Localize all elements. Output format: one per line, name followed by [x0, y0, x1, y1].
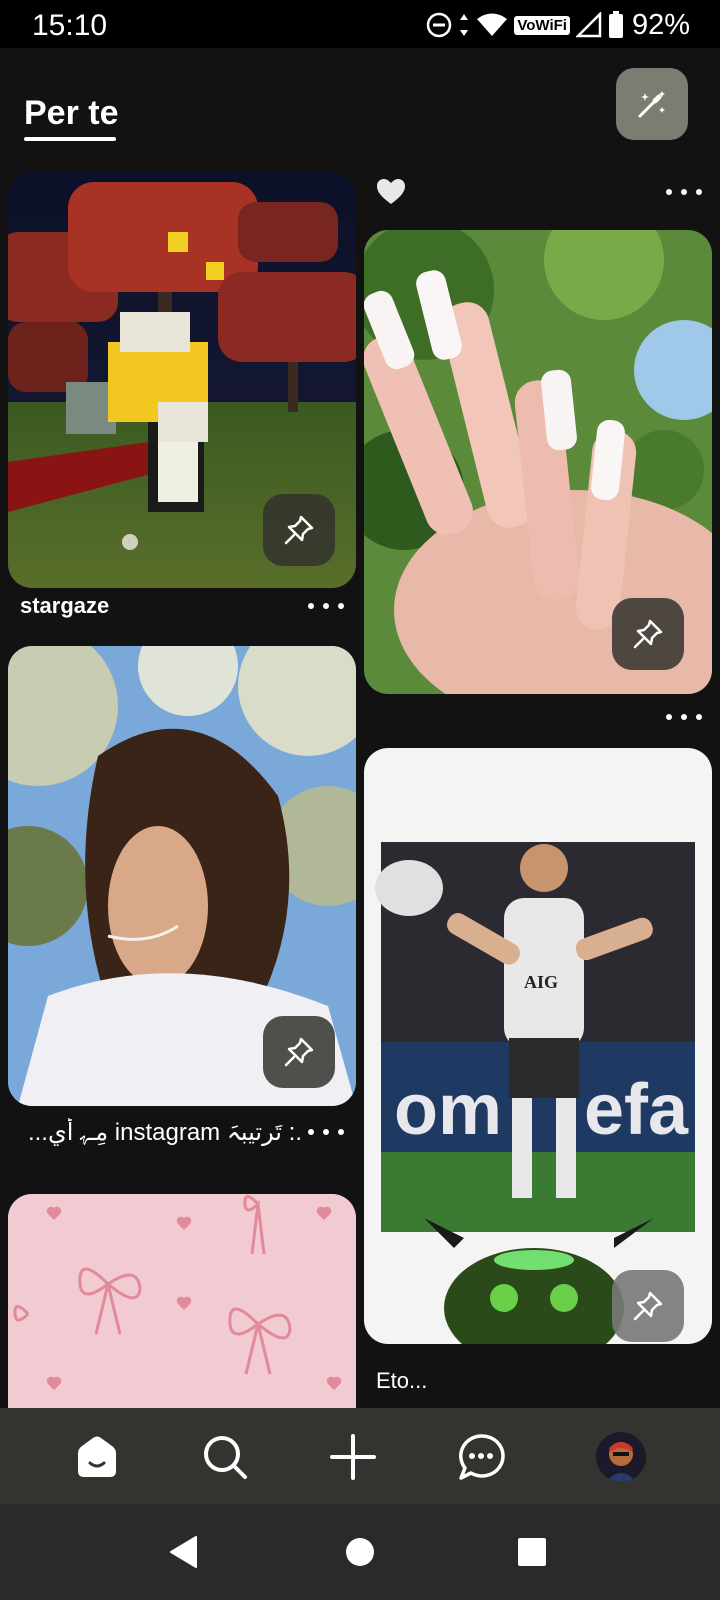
wifi-icon	[477, 13, 508, 36]
home-circle-icon	[346, 1538, 374, 1566]
svg-text:efa: efa	[584, 1070, 689, 1150]
back-triangle-icon	[170, 1536, 197, 1568]
tab-per-te[interactable]: Per te	[24, 94, 119, 133]
system-home-button[interactable]	[340, 1532, 380, 1572]
pin-image-football: om efa AIG	[375, 842, 695, 1344]
more-options-button[interactable]	[666, 711, 702, 723]
pin-card-roblox[interactable]	[8, 172, 356, 588]
magic-wand-button[interactable]	[616, 68, 688, 140]
save-pin-button[interactable]	[263, 494, 335, 566]
do-not-disturb-icon	[427, 12, 452, 38]
pin-caption-roblox: stargaze	[20, 593, 110, 618]
nav-messages[interactable]	[456, 1432, 506, 1482]
pin-icon	[633, 619, 663, 649]
svg-text:AIG: AIG	[524, 972, 558, 992]
pin-icon	[633, 1291, 663, 1321]
tab-underline	[24, 137, 116, 141]
search-icon	[204, 1436, 247, 1479]
status-time: 15:10	[32, 9, 108, 42]
pin-icon	[284, 1037, 314, 1067]
recents-square-icon	[518, 1538, 546, 1566]
system-recents-button[interactable]	[512, 1532, 552, 1572]
save-pin-button[interactable]	[263, 1016, 335, 1088]
create-icon	[330, 1434, 376, 1480]
signal-icon	[575, 12, 602, 38]
heart-icon[interactable]	[376, 178, 406, 206]
pin-caption-girl: .: تَرتيبہَ instagram مِـﮩ أيِ...	[27, 1119, 302, 1146]
system-navigation-bar	[0, 1504, 720, 1600]
battery-icon	[608, 11, 623, 38]
save-pin-button[interactable]	[612, 1270, 684, 1342]
system-back-button[interactable]	[164, 1532, 204, 1572]
pin-icon	[284, 515, 314, 545]
profile-avatar[interactable]	[596, 1432, 646, 1482]
more-options-button[interactable]	[308, 1126, 344, 1138]
more-options-button[interactable]	[308, 600, 344, 612]
pin-caption-football: Eto...	[376, 1368, 428, 1393]
nav-search[interactable]	[200, 1432, 250, 1482]
svg-text:om: om	[394, 1070, 502, 1150]
pin-card-nails[interactable]	[364, 230, 712, 694]
pin-image-bows	[8, 1194, 356, 1408]
bottom-nav	[0, 1408, 720, 1504]
nav-create[interactable]	[328, 1432, 378, 1482]
messages-icon	[459, 1434, 505, 1480]
battery-percentage: 92%	[631, 8, 690, 41]
pin-card-bows[interactable]	[8, 1194, 356, 1408]
avatar-image	[596, 1432, 646, 1482]
magic-wand-icon	[638, 91, 665, 118]
header: Per te	[0, 48, 720, 160]
home-icon	[78, 1436, 116, 1477]
status-icons: VoWiFi 92%	[426, 8, 690, 41]
status-bar: 15:10 VoWiFi 92%	[0, 0, 720, 48]
vowifi-label: VoWiFi	[514, 15, 570, 35]
pin-card-football[interactable]: om efa AIG	[364, 748, 712, 1344]
more-options-button[interactable]	[666, 186, 702, 198]
pin-feed[interactable]: stargaze .: تَرتيبہَ instagram مِـﮩ أيِ.…	[0, 160, 720, 1408]
nav-home[interactable]	[72, 1432, 122, 1482]
data-arrows-icon	[460, 14, 469, 36]
pin-card-girl[interactable]	[8, 646, 356, 1106]
save-pin-button[interactable]	[612, 598, 684, 670]
